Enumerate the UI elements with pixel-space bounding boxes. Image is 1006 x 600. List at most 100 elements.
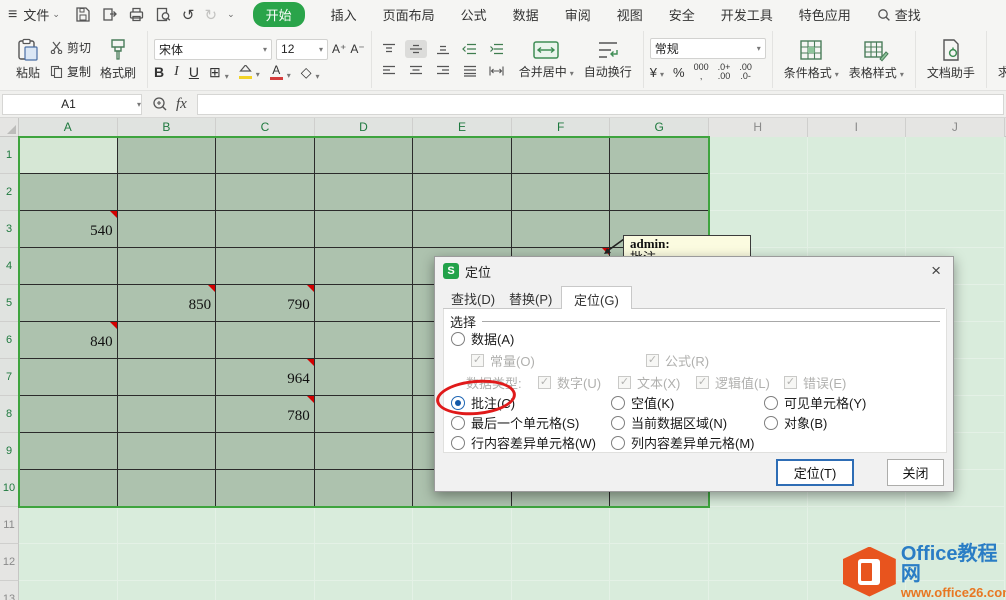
justify-button[interactable] [459, 62, 481, 80]
row-header-8[interactable]: 8 [0, 396, 19, 433]
cell-B13[interactable] [118, 581, 217, 600]
cell-F1[interactable] [512, 137, 611, 174]
cell-G13[interactable] [610, 581, 709, 600]
cell-I1[interactable] [808, 137, 907, 174]
export-icon[interactable] [101, 6, 118, 23]
row-header-12[interactable]: 12 [0, 544, 19, 581]
cell-J1[interactable] [906, 137, 1005, 174]
cell-C2[interactable] [216, 174, 315, 211]
cell-F3[interactable] [512, 211, 611, 248]
customize-qat-icon[interactable]: ⌄ [227, 9, 235, 20]
cell-D4[interactable] [315, 248, 414, 285]
align-left-button[interactable] [378, 62, 400, 80]
undo-icon[interactable]: ↺ [182, 6, 195, 24]
cell-A7[interactable] [19, 359, 118, 396]
font-color-button[interactable]: A ▾ [270, 65, 291, 80]
cell-C3[interactable] [216, 211, 315, 248]
save-icon[interactable] [74, 6, 91, 23]
cell-A4[interactable] [19, 248, 118, 285]
cell-D11[interactable] [315, 507, 414, 544]
cell-I2[interactable] [808, 174, 907, 211]
cell-A12[interactable] [19, 544, 118, 581]
shrink-font-button[interactable]: A⁻ [350, 42, 364, 56]
cell-A2[interactable] [19, 174, 118, 211]
grow-font-button[interactable]: A⁺ [332, 42, 346, 56]
ribbon-tab-0[interactable]: 开始 [253, 2, 305, 27]
option-comments[interactable]: 批注(C) [451, 393, 515, 412]
ribbon-tab-1[interactable]: 插入 [331, 5, 357, 24]
decrease-decimal-button[interactable]: .00.0- [739, 63, 752, 81]
hamburger-icon[interactable]: ≡ [8, 6, 17, 24]
row-header-10[interactable]: 10 [0, 470, 19, 507]
cell-H1[interactable] [709, 137, 808, 174]
cell-G1[interactable] [610, 137, 709, 174]
align-bottom-button[interactable] [432, 40, 454, 58]
cell-B9[interactable] [118, 433, 217, 470]
cell-B5[interactable]: 850 [118, 285, 217, 322]
column-header-B[interactable]: B [118, 118, 217, 137]
increase-indent-button[interactable] [486, 40, 508, 58]
cell-G12[interactable] [610, 544, 709, 581]
file-menu[interactable]: 文件 ⌄ [23, 5, 60, 24]
fx-icon[interactable]: fx [176, 96, 187, 113]
cell-C1[interactable] [216, 137, 315, 174]
cell-D7[interactable] [315, 359, 414, 396]
option-blanks[interactable]: 空值(K) [611, 393, 674, 412]
select-all-corner[interactable] [0, 118, 19, 137]
bold-button[interactable]: B [154, 64, 164, 80]
cell-E3[interactable] [413, 211, 512, 248]
cell-B7[interactable] [118, 359, 217, 396]
formula-input[interactable] [197, 94, 1004, 115]
cell-B2[interactable] [118, 174, 217, 211]
cell-B8[interactable] [118, 396, 217, 433]
cell-A13[interactable] [19, 581, 118, 600]
cell-D2[interactable] [315, 174, 414, 211]
cell-D5[interactable] [315, 285, 414, 322]
row-header-5[interactable]: 5 [0, 285, 19, 322]
cell-D13[interactable] [315, 581, 414, 600]
cell-F11[interactable] [512, 507, 611, 544]
cell-D3[interactable] [315, 211, 414, 248]
cell-B1[interactable] [118, 137, 217, 174]
cell-I11[interactable] [808, 507, 907, 544]
option-last-cell[interactable]: 最后一个单元格(S) [451, 413, 579, 432]
align-middle-button[interactable] [405, 40, 427, 58]
cell-A9[interactable] [19, 433, 118, 470]
currency-button[interactable]: ¥▾ [650, 65, 664, 80]
font-name-select[interactable]: 宋体▾ [154, 39, 272, 60]
row-header-4[interactable]: 4 [0, 248, 19, 285]
option-col-diff[interactable]: 列内容差异单元格(M) [611, 433, 755, 452]
align-right-button[interactable] [432, 62, 454, 80]
cell-E11[interactable] [413, 507, 512, 544]
cell-C4[interactable] [216, 248, 315, 285]
dialog-title-bar[interactable]: S 定位 × [435, 257, 953, 285]
cell-D10[interactable] [315, 470, 414, 507]
cell-C9[interactable] [216, 433, 315, 470]
sum-button[interactable]: Σ 求和▾ [993, 39, 1006, 81]
cell-C12[interactable] [216, 544, 315, 581]
cell-B10[interactable] [118, 470, 217, 507]
cell-E1[interactable] [413, 137, 512, 174]
align-center-button[interactable] [405, 62, 427, 80]
zoom-formula-icon[interactable] [152, 96, 168, 112]
tab-goto[interactable]: 定位(G) [561, 286, 632, 309]
option-current-region[interactable]: 当前数据区域(N) [611, 413, 727, 432]
close-icon[interactable]: × [927, 263, 945, 279]
option-visible-cells[interactable]: 可见单元格(Y) [764, 393, 866, 412]
cell-F13[interactable] [512, 581, 611, 600]
cell-D9[interactable] [315, 433, 414, 470]
cell-D8[interactable] [315, 396, 414, 433]
cell-A10[interactable] [19, 470, 118, 507]
cell-A6[interactable]: 840 [19, 322, 118, 359]
row-header-6[interactable]: 6 [0, 322, 19, 359]
ribbon-tab-5[interactable]: 审阅 [565, 5, 591, 24]
fill-color-button[interactable]: ▾ [239, 65, 260, 79]
cell-E12[interactable] [413, 544, 512, 581]
cell-D12[interactable] [315, 544, 414, 581]
cell-B6[interactable] [118, 322, 217, 359]
borders-button[interactable]: ⊞▾ [209, 64, 229, 81]
ribbon-tab-8[interactable]: 开发工具 [721, 5, 773, 24]
cell-A1[interactable] [19, 137, 118, 174]
cell-C13[interactable] [216, 581, 315, 600]
merge-center-button[interactable]: 合并居中▾ [514, 38, 579, 81]
